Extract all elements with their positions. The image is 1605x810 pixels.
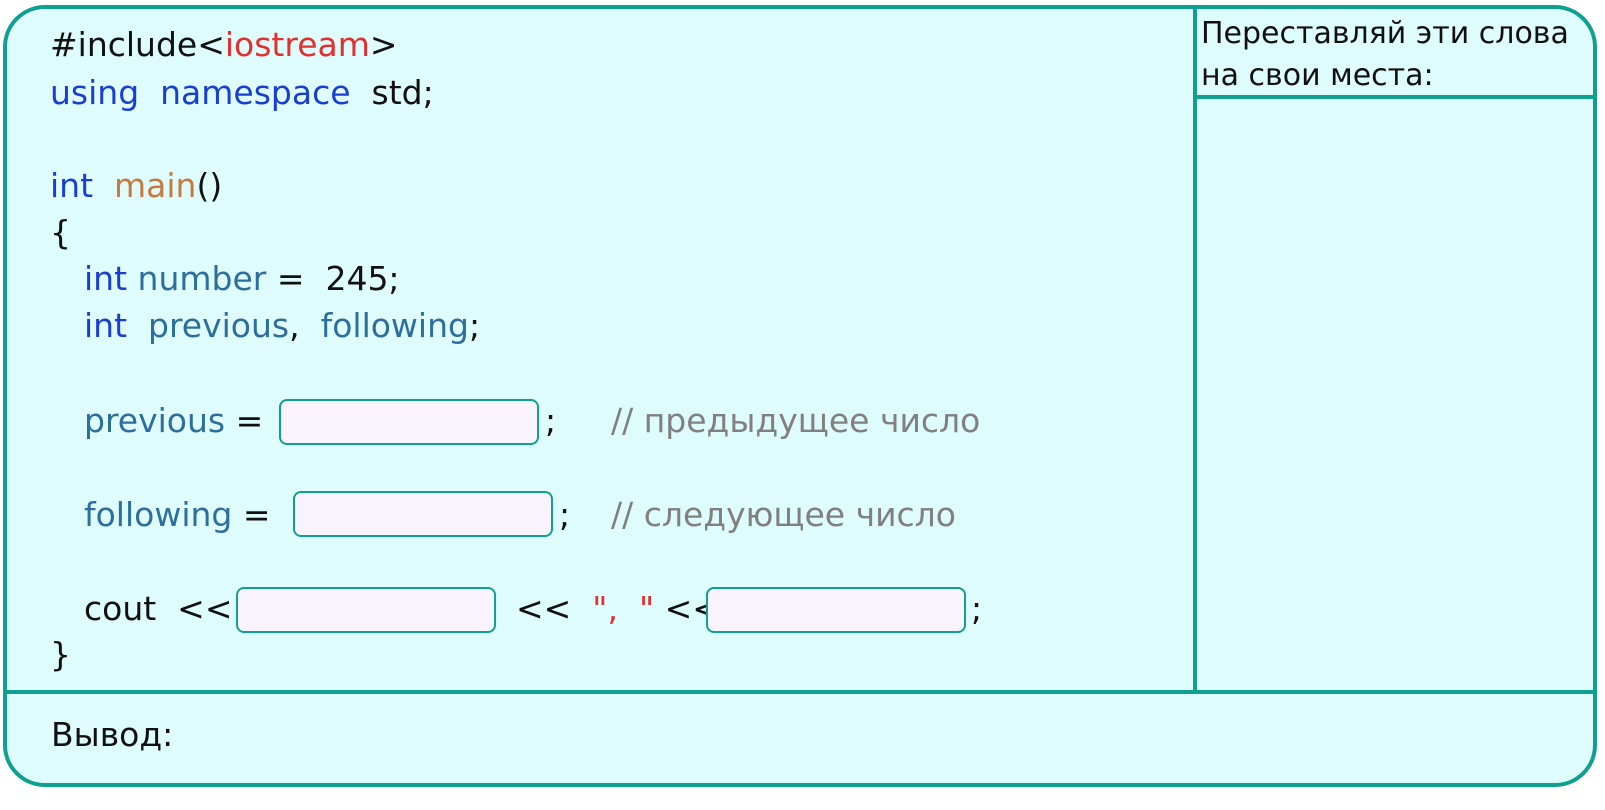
cout-string-close: " [638, 589, 655, 628]
decl-following: following [320, 306, 469, 345]
cout-blank-slot-2[interactable] [706, 587, 966, 633]
number-var: number [137, 259, 267, 298]
decl-type: int [84, 306, 128, 345]
following-semicolon: ; [559, 495, 571, 534]
cout-keyword: cout [84, 589, 157, 628]
previous-equals: = [225, 401, 264, 440]
cout-blank-slot-1[interactable] [236, 587, 496, 633]
previous-assignment-lhs: previous = [84, 401, 263, 441]
cout-middle: << ", " << [516, 589, 720, 629]
decl-previous: previous [148, 306, 290, 345]
main-parens: () [196, 166, 223, 205]
std-identifier: std; [371, 73, 434, 112]
include-lt: < [197, 25, 225, 64]
previous-comment: // предыдущее число [611, 401, 981, 440]
word-bank-area[interactable] [1197, 99, 1593, 690]
number-assignment: = 245; [266, 259, 400, 298]
open-brace: { [50, 213, 71, 252]
exercise-card: #include<iostream> using namespace std; … [3, 5, 1597, 787]
number-declaration: int number = 245; [84, 259, 400, 299]
prev-foll-declaration: int previous, following; [84, 306, 480, 346]
cout-string-open: ", [592, 589, 618, 628]
following-comment: // следующее число [611, 495, 956, 534]
close-brace: } [50, 635, 71, 674]
decl-comma: , [289, 306, 300, 345]
following-assignment-lhs: following = [84, 495, 271, 535]
include-library: iostream [224, 25, 370, 64]
main-signature: int main() [50, 166, 222, 206]
namespace-keyword: namespace [160, 73, 351, 112]
previous-blank-slot[interactable] [279, 399, 539, 445]
decl-semicolon: ; [468, 306, 481, 345]
include-line: #include<iostream> [50, 25, 398, 65]
following-equals: = [232, 495, 271, 534]
output-area [187, 699, 1567, 779]
cout-semicolon: ; [971, 589, 983, 628]
main-return-type: int [50, 166, 94, 205]
number-type: int [84, 259, 128, 298]
cout-operator-1: << [177, 589, 233, 628]
cout-start: cout << [84, 589, 232, 629]
using-line: using namespace std; [50, 73, 434, 113]
following-var: following [84, 495, 233, 534]
cout-operator-2: << [516, 589, 572, 628]
word-bank-instruction: Переставляй эти слова на свои места: [1201, 16, 1569, 93]
using-keyword: using [50, 73, 140, 112]
include-gt: > [369, 25, 398, 64]
output-divider [7, 690, 1593, 694]
include-directive: #include [50, 25, 198, 64]
output-label: Вывод: [51, 715, 174, 754]
previous-var: previous [84, 401, 226, 440]
previous-semicolon: ; [545, 401, 557, 440]
following-blank-slot[interactable] [293, 491, 553, 537]
main-function-name: main [114, 166, 197, 205]
